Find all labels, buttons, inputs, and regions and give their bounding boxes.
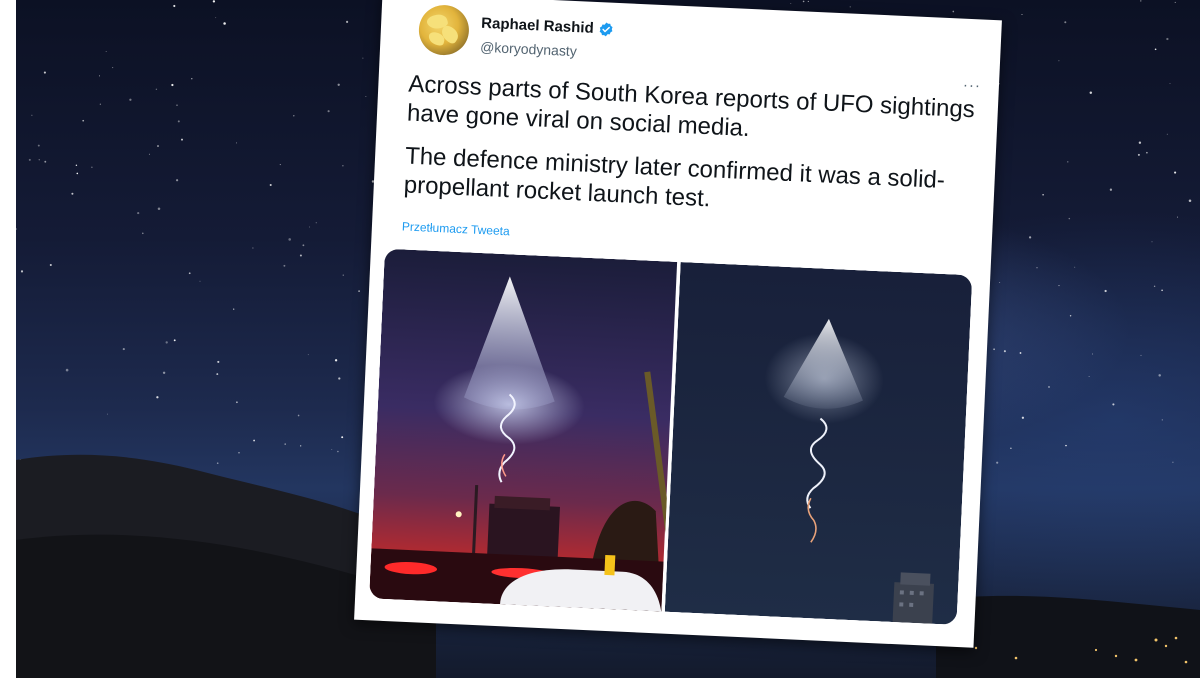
tweet-paragraph: Across parts of South Korea reports of U… (406, 70, 976, 143)
author-handle[interactable]: @koryodynasty (480, 39, 577, 59)
author-name-row[interactable]: Raphael Rashid (481, 15, 614, 38)
tweet-photo-right[interactable] (664, 262, 973, 625)
translate-tweet-link[interactable]: Przetłumacz Tweeta (402, 219, 510, 238)
rocket-photo-right (664, 262, 973, 625)
more-horizontal-icon[interactable]: ··· (963, 77, 982, 95)
tweet-text: Across parts of South Korea reports of U… (403, 70, 979, 240)
author-name[interactable]: Raphael Rashid (481, 15, 594, 37)
tweet-card: Raphael Rashid @koryodynasty ··· Across … (354, 0, 1002, 648)
tweet-photo-left[interactable] (369, 248, 678, 612)
tweet-media (369, 248, 973, 625)
verified-badge-icon (599, 21, 613, 36)
tweet-paragraph: The defence ministry later confirmed it … (403, 142, 946, 213)
rocket-photo-left (369, 248, 678, 612)
avatar[interactable] (417, 3, 471, 57)
